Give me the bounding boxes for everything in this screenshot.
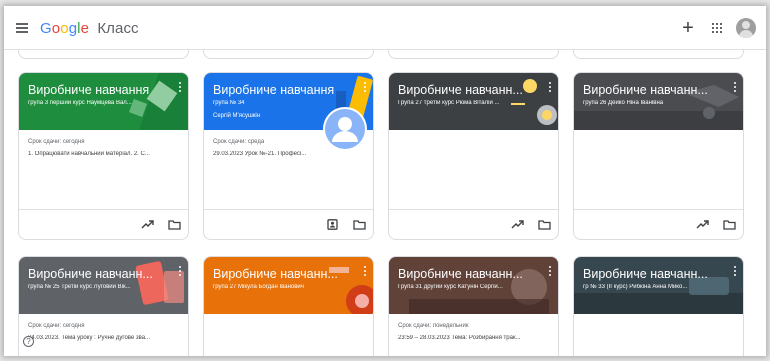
main-menu-icon[interactable] [16, 23, 28, 33]
class-section: гр № 33 (ІІ курс) Рибкіна Анна Мико... [583, 284, 688, 290]
due-assignment-link[interactable]: 23:59 – 28.03.2023 Тема: Розбирання трак… [398, 335, 550, 341]
folder-icon[interactable] [168, 219, 181, 230]
class-card-banner: Виробниче навчанн... група 26 Дейко Ніна… [574, 73, 743, 130]
class-card[interactable]: Виробниче навчання група № 34 Сергій М'я… [203, 72, 374, 240]
class-card[interactable]: Виробниче навчанн... Група 27 третій кур… [388, 72, 559, 240]
logo-letter: G [40, 20, 52, 37]
due-assignment-link[interactable]: 29.03.2023 Урок №-21. Професі... [213, 151, 323, 157]
class-card-banner: Виробниче навчання група 3 перший курс Н… [19, 73, 188, 130]
more-options-icon[interactable] [548, 266, 552, 278]
trending-up-icon[interactable] [696, 219, 709, 230]
class-title-link[interactable]: Виробниче навчанн... [583, 267, 725, 281]
class-card[interactable]: Виробниче навчання група 3 перший курс Н… [18, 72, 189, 240]
apps-grid-icon[interactable] [712, 23, 722, 33]
class-section: Група 31 другий курс Катунін Сергій... [398, 284, 503, 290]
trending-up-icon[interactable] [511, 219, 524, 230]
teacher-avatar [323, 107, 367, 151]
class-card[interactable]: Виробниче навчанн... група 27 Мікула Бог… [203, 256, 374, 356]
class-card[interactable]: Виробниче навчанн... група 26 Дейко Ніна… [573, 72, 744, 240]
class-title-link[interactable]: Виробниче навчанн... [398, 83, 540, 97]
card-footer [389, 209, 558, 239]
logo-letter: g [68, 20, 78, 37]
more-options-icon[interactable] [733, 266, 737, 278]
card-footer [574, 209, 743, 239]
class-section: група № 25 Третій курс Луговий Вік... [28, 284, 131, 290]
more-options-icon[interactable] [548, 82, 552, 94]
class-card-banner: Виробниче навчанн... гр № 33 (ІІ курс) Р… [574, 257, 743, 314]
more-options-icon[interactable] [178, 82, 182, 94]
trending-up-icon[interactable] [141, 219, 154, 230]
class-card-banner: Виробниче навчанн... група 27 Мікула Бог… [204, 257, 373, 314]
top-app-bar: Google Класс + [4, 6, 766, 50]
due-label: Срок сдачи: сегодня [28, 139, 85, 145]
card-stub [203, 50, 374, 59]
class-title-link[interactable]: Виробниче навчанн... [213, 267, 355, 281]
folder-icon[interactable] [723, 219, 736, 230]
folder-icon[interactable] [353, 219, 366, 230]
logo-letter: e [80, 20, 90, 37]
class-card[interactable]: Виробниче навчанн... Група 31 другий кур… [388, 256, 559, 356]
card-footer [19, 209, 188, 239]
class-section: група 27 Мікула Богдан Іванович [213, 284, 304, 290]
due-assignment-link[interactable]: 1. Опрацювати навчальний матеріал. 2. С.… [28, 151, 180, 157]
product-name: Класс [97, 20, 139, 37]
folder-icon[interactable] [538, 219, 551, 230]
class-title-link[interactable]: Виробниче навчанн... [28, 267, 170, 281]
logo-letter: o [51, 20, 61, 37]
due-label: Срок сдачи: понедельник [398, 323, 469, 329]
class-title-link[interactable]: Виробниче навчанн... [398, 267, 540, 281]
class-section: група 26 Дейко Ніна Іванівна [583, 100, 664, 106]
card-stub [573, 50, 744, 59]
teacher-name: Сергій М'ясушкін [213, 113, 261, 119]
class-title-link[interactable]: Виробниче навчанн... [583, 83, 725, 97]
class-section: група 3 перший курс Наумцева Вал... [28, 100, 132, 106]
due-label: Срок сдачи: сегодня [28, 323, 85, 329]
card-stub [18, 50, 189, 59]
class-section: група № 34 [213, 100, 245, 106]
class-section: Група 27 третій курс Рюма Віталій ... [398, 100, 500, 106]
class-card[interactable]: Виробниче навчанн... група № 25 Третій к… [18, 256, 189, 356]
card-footer [204, 209, 373, 239]
app-logo[interactable]: Google Класс [40, 20, 139, 37]
due-label: Срок сдачи: среда [213, 139, 265, 145]
logo-letter: o [60, 20, 69, 37]
account-avatar[interactable] [736, 18, 756, 38]
class-card-banner: Виробниче навчанн... Група 27 третій кур… [389, 73, 558, 130]
class-title-link[interactable]: Виробниче навчання [213, 83, 355, 97]
class-card-banner: Виробниче навчанн... Група 31 другий кур… [389, 257, 558, 314]
card-stub [388, 50, 559, 59]
assignment-ind-icon[interactable] [326, 219, 339, 230]
class-card[interactable]: Виробниче навчанн... гр № 33 (ІІ курс) Р… [573, 256, 744, 356]
help-icon[interactable]: ? [23, 336, 34, 347]
add-class-button[interactable]: + [680, 18, 696, 38]
classroom-window: Google Класс + Виробниче навчання група … [4, 6, 766, 356]
more-options-icon[interactable] [178, 266, 182, 278]
more-options-icon[interactable] [363, 82, 367, 94]
class-card-banner: Виробниче навчанн... група № 25 Третій к… [19, 257, 188, 314]
class-title-link[interactable]: Виробниче навчання [28, 83, 170, 97]
more-options-icon[interactable] [363, 266, 367, 278]
more-options-icon[interactable] [733, 82, 737, 94]
due-assignment-link[interactable]: 24.03.2023. Тема уроку : Ручне дугове зв… [28, 335, 180, 341]
